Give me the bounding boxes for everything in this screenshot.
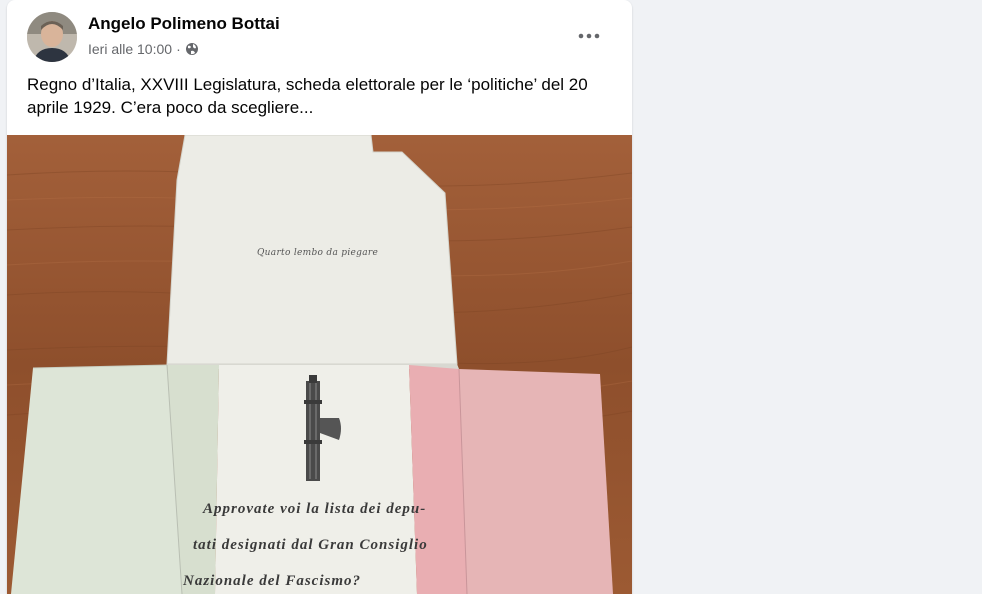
post-caption: Regno d’Italia, XXVIII Legislatura, sche… bbox=[27, 75, 588, 117]
author-name[interactable]: Angelo Polimeno Bottai bbox=[88, 14, 280, 34]
ballot-question-line-3: Nazionale del Fascismo? bbox=[183, 573, 362, 589]
flap-text: Quarto lembo da piegare bbox=[257, 248, 379, 258]
post-photo[interactable]: Quarto lembo da piegare Approvate voi la… bbox=[7, 135, 632, 594]
ballot-question-line-2: tati designati dal Gran Consiglio bbox=[193, 537, 428, 553]
avatar-image bbox=[27, 12, 77, 62]
ballot-photo bbox=[7, 135, 632, 594]
meta-separator: · bbox=[176, 41, 181, 57]
post-card: Angelo Polimeno Bottai Ieri alle 10:00 ·… bbox=[7, 0, 632, 594]
globe-icon[interactable] bbox=[185, 42, 199, 56]
post-meta: Ieri alle 10:00 · bbox=[88, 41, 199, 57]
ballot-question-line-1: Approvate voi la lista dei depu- bbox=[203, 501, 427, 517]
more-options-icon[interactable] bbox=[573, 20, 605, 52]
avatar[interactable] bbox=[27, 12, 77, 62]
post-timestamp[interactable]: Ieri alle 10:00 bbox=[88, 41, 172, 57]
